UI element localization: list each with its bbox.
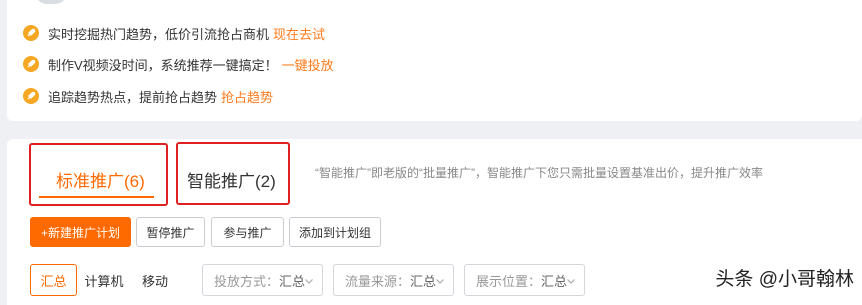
traffic-source-select[interactable]: 流量来源： 汇总 xyxy=(333,264,454,296)
device-segmented-control: 汇总 计算机 移动 xyxy=(30,264,179,296)
segment-summary[interactable]: 汇总 xyxy=(30,264,77,296)
delivery-method-select[interactable]: 投放方式： 汇总 xyxy=(202,264,323,296)
display-position-select[interactable]: 展示位置： 汇总 xyxy=(464,264,585,296)
select-label: 展示位置： xyxy=(476,273,542,289)
tip-item: 实时挖掘热门趋势，低价引流抢占商机 现在去试 xyxy=(23,23,325,43)
rocket-icon xyxy=(23,88,39,104)
tab-label: 智能推广(2) xyxy=(187,172,276,191)
tip-item: 追踪趋势热点，提前抢占趋势 抢占趋势 xyxy=(23,86,273,106)
tip-text: 追踪趋势热点，提前抢占趋势 xyxy=(48,89,218,105)
tips-card: 实时挖掘热门趋势，低价引流抢占商机 现在去试 制作V视频没时间，系统推荐一键搞定… xyxy=(7,0,862,121)
new-plan-button[interactable]: +新建推广计划 xyxy=(30,217,131,247)
segment-computer[interactable]: 计算机 xyxy=(77,264,131,296)
tip-item: 制作V视频没时间，系统推荐一键搞定！ 一键投放 xyxy=(23,54,334,74)
tip-link[interactable]: 抢占趋势 xyxy=(221,87,273,106)
select-value: 汇总 xyxy=(279,273,306,289)
chevron-down-icon xyxy=(304,276,314,286)
pause-button[interactable]: 暂停推广 xyxy=(136,217,205,247)
tab-smart-promotion[interactable]: 智能推广(2) xyxy=(176,142,290,205)
tip-link[interactable]: 现在去试 xyxy=(273,24,325,43)
rocket-icon xyxy=(23,56,39,72)
chevron-down-icon xyxy=(566,276,576,286)
active-tab-indicator xyxy=(39,196,154,198)
add-to-group-button[interactable]: 添加到计划组 xyxy=(289,217,381,247)
tip-link[interactable]: 一键投放 xyxy=(282,55,334,74)
join-button[interactable]: 参与推广 xyxy=(211,217,284,247)
select-label: 投放方式： xyxy=(214,273,280,289)
select-value: 汇总 xyxy=(541,273,568,289)
avatar xyxy=(35,0,67,4)
tab-standard-promotion[interactable]: 标准推广(6) xyxy=(29,143,168,206)
chevron-down-icon xyxy=(435,276,445,286)
watermark: 头条 @小哥翰林 xyxy=(715,269,854,290)
select-label: 流量来源： xyxy=(345,273,411,289)
rocket-icon xyxy=(23,25,39,41)
select-value: 汇总 xyxy=(410,273,437,289)
tip-text: 制作V视频没时间，系统推荐一键搞定！ xyxy=(48,57,278,73)
tab-label: 标准推广(6) xyxy=(56,172,145,191)
tip-text: 实时挖掘热门趋势，低价引流抢占商机 xyxy=(48,26,270,42)
segment-mobile[interactable]: 移动 xyxy=(131,264,179,296)
tab-description: “智能推广”即老版的“批量推广”，智能推广下您只需批量设置基准出价，提升推广效率 xyxy=(315,166,763,180)
